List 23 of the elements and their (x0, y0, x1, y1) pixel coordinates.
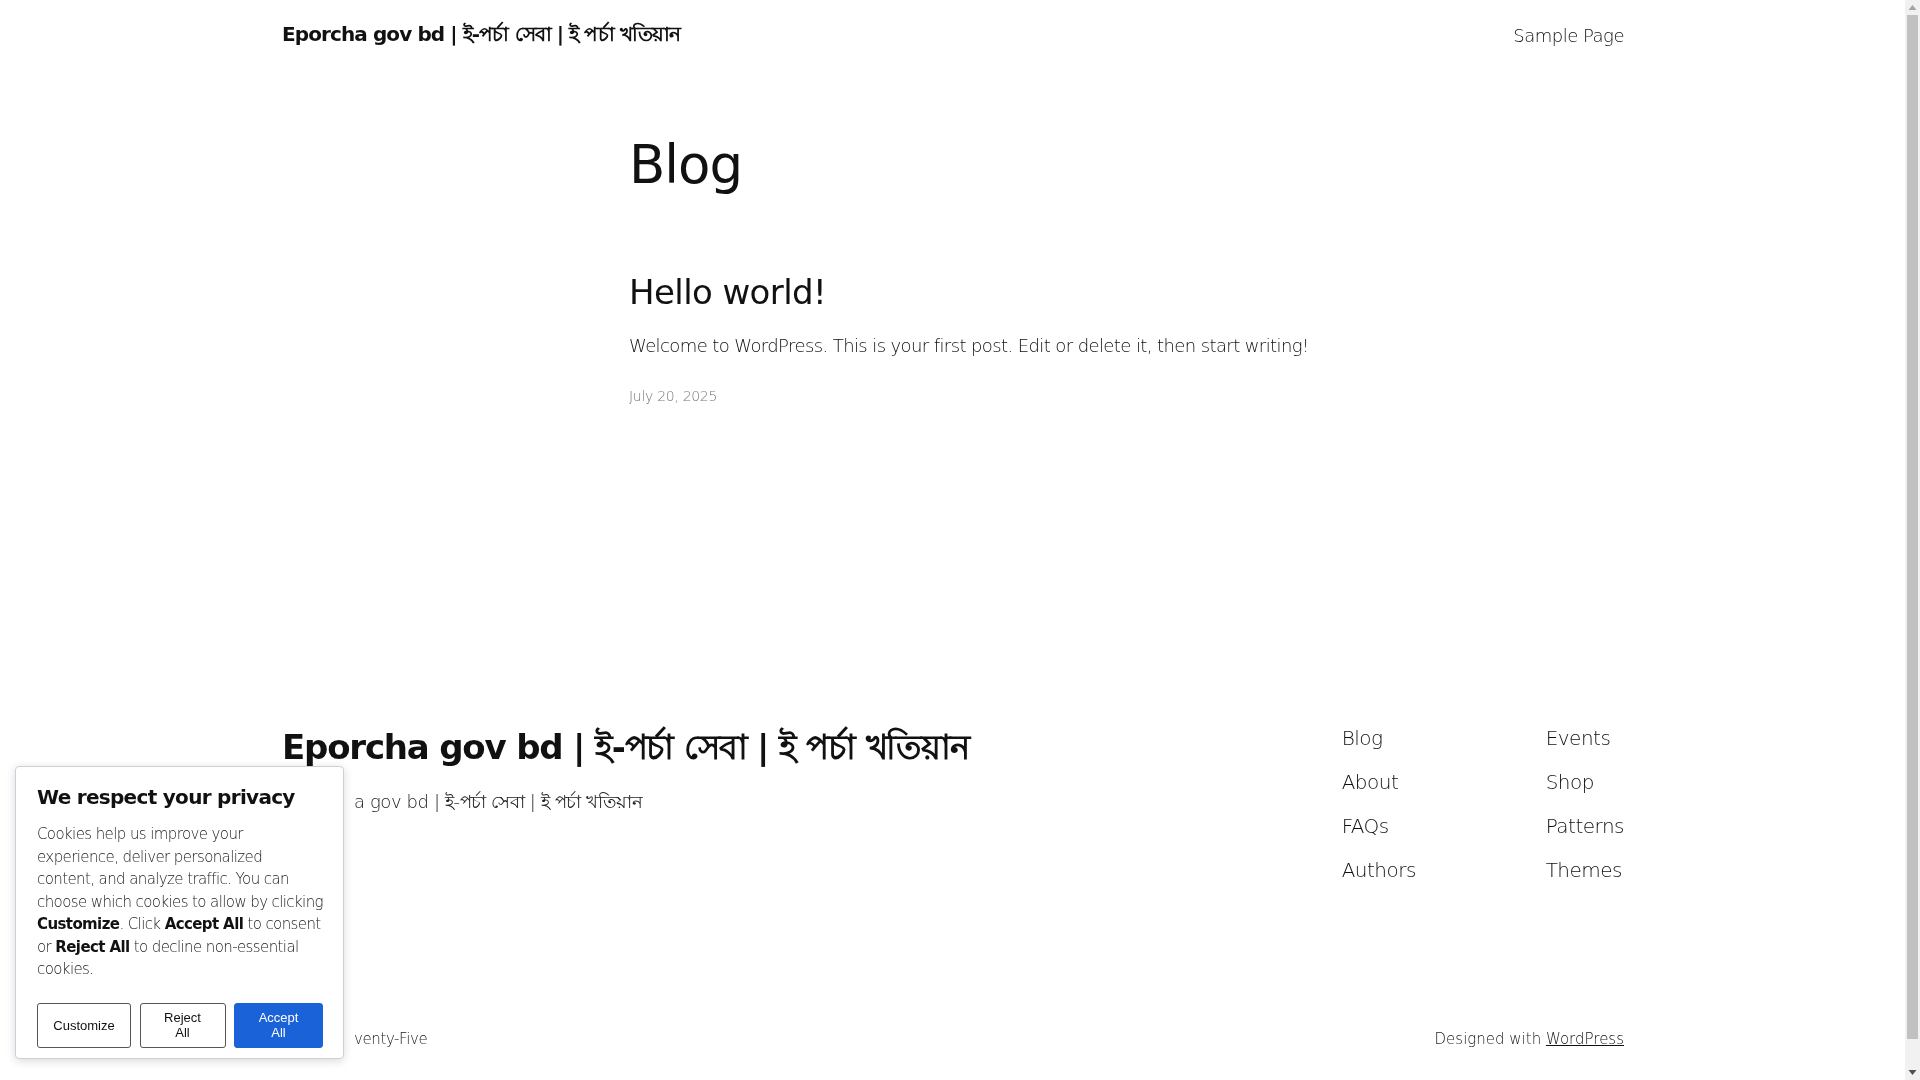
footer-link[interactable]: Events (1545, 726, 1624, 751)
footer-link[interactable]: Authors (1341, 858, 1546, 883)
post-title[interactable]: Hello world! (629, 275, 1905, 309)
reject-button[interactable]: Reject All (139, 1002, 226, 1048)
customize-button[interactable]: Customize (37, 1002, 131, 1048)
credit-text: Designed with WordPress (1434, 1030, 1624, 1048)
accept-button[interactable]: Accept All (234, 1002, 323, 1048)
footer-link[interactable]: Shop (1545, 770, 1624, 795)
footer-link[interactable]: About (1341, 770, 1546, 795)
footer-link[interactable]: Patterns (1545, 814, 1624, 839)
wordpress-link[interactable]: WordPress (1545, 1030, 1624, 1048)
footer-link[interactable]: Themes (1545, 858, 1624, 883)
theme-credit: venty-Five (354, 1030, 428, 1048)
footer-link[interactable]: FAQs (1341, 814, 1546, 839)
nav-link[interactable]: Sample Page (1513, 24, 1624, 46)
site-tagline: a gov bd | ই-পর্চা সেবা | ই পর্চা খতিয়ান (354, 790, 644, 814)
dialog-text: Cookies help us improve your experience, deliver personalized content, and analyze traffic. You can choose which cookies to allow by clicking Customize. Click Accept All to consent or Reject All to decline non-essential cookies. (37, 824, 323, 980)
footer-link[interactable]: Blog (1341, 726, 1546, 751)
post-excerpt: Welcome to WordPress. This is your first post. Edit or delete it, then start writing! (629, 335, 1310, 356)
post-date: July 20, 2025 (629, 388, 719, 404)
site-title[interactable]: Eporcha gov bd | ই-পর্চা সেবা | ই পর্চা খতিয়ান (282, 18, 681, 52)
dialog-title: We respect your privacy (37, 785, 296, 809)
scrollbar-thumb[interactable] (1907, 15, 1918, 1039)
